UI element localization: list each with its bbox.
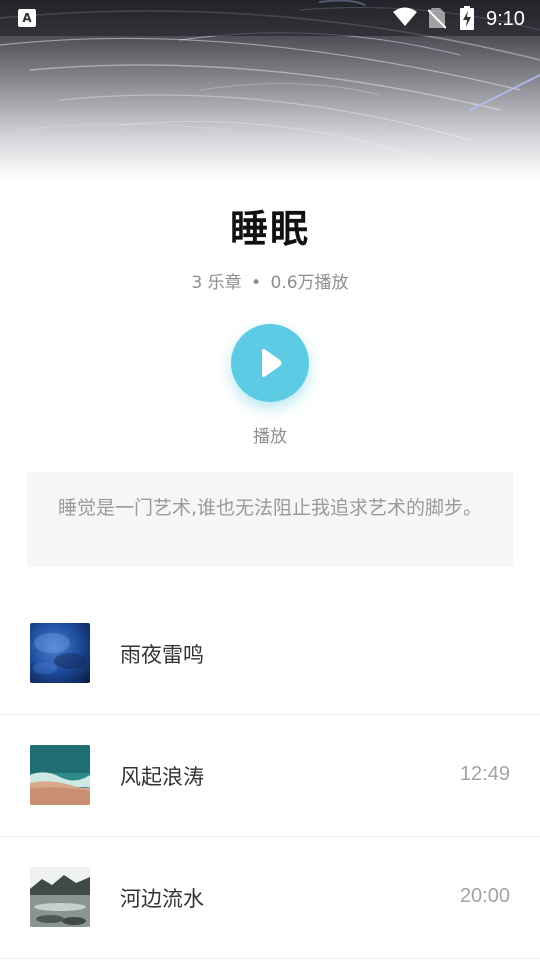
track-title: 风起浪涛 bbox=[120, 765, 204, 789]
river-landscape-image bbox=[30, 867, 90, 927]
beach-waves-image bbox=[30, 745, 90, 805]
storm-clouds-image bbox=[30, 623, 90, 683]
track-duration: 20:00 bbox=[459, 885, 510, 907]
track-thumbnail-waves bbox=[30, 745, 90, 805]
wifi-icon bbox=[393, 7, 417, 26]
track-title: 河边流水 bbox=[120, 887, 204, 911]
app-notification-icon: A bbox=[18, 9, 36, 27]
battery-charging-icon bbox=[460, 6, 474, 30]
track-item[interactable]: 河边流水 20:00 bbox=[0, 838, 540, 959]
play-count: 0.6万播放 bbox=[270, 273, 349, 293]
status-bar: A 9:10 bbox=[0, 0, 540, 36]
track-thumbnail-river bbox=[30, 867, 90, 927]
track-thumbnail-storm bbox=[30, 623, 90, 683]
chapter-count: 3 乐章 bbox=[191, 273, 242, 293]
track-item[interactable]: 风起浪涛 12:49 bbox=[0, 716, 540, 837]
description-text: 睡觉是一门艺术,谁也无法阻止我追求艺术的脚步。 bbox=[57, 497, 483, 519]
play-button[interactable] bbox=[231, 324, 309, 402]
track-duration: 12:49 bbox=[459, 763, 510, 785]
no-sim-icon bbox=[428, 8, 446, 29]
play-label: 播放 bbox=[253, 427, 287, 447]
album-stats: 3 乐章 • 0.6万播放 bbox=[0, 268, 540, 293]
separator: • bbox=[251, 273, 262, 293]
play-icon bbox=[262, 349, 282, 377]
album-title: 睡眠 bbox=[229, 207, 310, 251]
album-description: 睡觉是一门艺术,谁也无法阻止我追求艺术的脚步。 bbox=[27, 472, 513, 567]
track-item[interactable]: 雨夜雷鸣 bbox=[0, 594, 540, 715]
clock: 9:10 bbox=[486, 8, 525, 30]
track-title: 雨夜雷鸣 bbox=[120, 643, 204, 667]
album-screen: A 9:10 睡眠 3 乐章 • 0.6万播放 播放 睡觉是一门艺术,谁也无法阻… bbox=[0, 0, 540, 960]
